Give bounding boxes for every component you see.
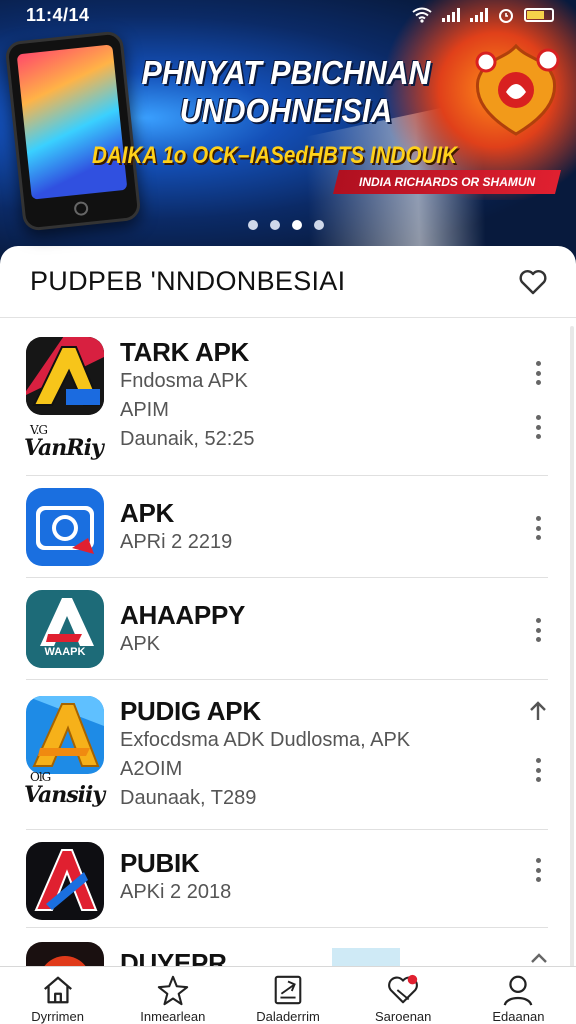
app-meta-line: APRi 2 2219	[120, 531, 233, 553]
app-name: AHAAPPY	[120, 600, 246, 630]
carousel-dot[interactable]	[248, 220, 258, 230]
alarm-icon	[499, 9, 513, 23]
app-meta-line: APIM	[120, 399, 169, 421]
nav-label: Dyrrimen	[31, 1009, 84, 1024]
brand-tag-text: Vansiiy	[24, 782, 105, 808]
brand-tag-small: OlG	[30, 770, 51, 784]
app-meta-line: Fndosma APK	[120, 370, 248, 392]
favorite-button[interactable]	[518, 267, 548, 297]
app-meta-line: Daunaik, 52:25	[120, 428, 255, 450]
app-name: PUBIK	[120, 848, 200, 878]
nav-label: Edaanan	[492, 1009, 545, 1024]
content-sheet: PUDPEB 'NNDONBESIAI TARK APK Fndosma APK…	[0, 246, 576, 1024]
app-meta-line: A2OIM	[120, 758, 183, 780]
carousel-dots[interactable]	[248, 220, 324, 230]
wifi-icon	[412, 7, 432, 23]
app-icon-label: WAAPK	[44, 646, 86, 658]
app-meta-line: APK	[120, 633, 161, 655]
nav-item-explore[interactable]: Inmearlean	[115, 967, 230, 1024]
favorite-icon	[388, 974, 419, 1004]
banner-title-line1: PHNYAT PBICHNAN	[141, 54, 431, 91]
app-icon	[26, 842, 104, 920]
app-icon	[26, 488, 104, 566]
app-name: TARK APK	[120, 337, 250, 367]
battery-icon	[524, 8, 554, 22]
nav-item-profile[interactable]: Edaanan	[461, 967, 576, 1024]
nav-item-home[interactable]: Dyrrimen	[0, 967, 115, 1024]
status-icons	[412, 7, 554, 23]
nav-item-downloads[interactable]: Daladerrim	[230, 967, 345, 1024]
list-item[interactable]: WAAPK AHAAPPY APK	[0, 578, 576, 680]
more-options-icon[interactable]	[530, 858, 546, 882]
more-options-icon[interactable]	[530, 415, 546, 439]
status-time: 11:4/14	[26, 4, 90, 25]
carousel-dot-active[interactable]	[292, 220, 302, 230]
nav-item-saved[interactable]: Saroenan	[346, 967, 461, 1024]
carousel-dot[interactable]	[270, 220, 280, 230]
section-header: PUDPEB 'NNDONBESIAI	[0, 246, 576, 318]
app-meta-line: APKi 2 2018	[120, 881, 232, 903]
app-meta-line: Exfocdsma ADK Dudlosma, APK	[120, 729, 411, 751]
list-item[interactable]: PUDIG APK Exfocdsma ADK Dudlosma, APK A2…	[0, 680, 576, 830]
carousel-dot[interactable]	[314, 220, 324, 230]
emblem-icon	[475, 43, 560, 136]
home-icon	[43, 976, 72, 1004]
status-bar: 11:4/14	[0, 0, 576, 30]
banner-title: PHNYAT PBICHNAN UNDOHNEISIA	[130, 54, 443, 130]
nav-label: Inmearlean	[140, 1009, 206, 1024]
app-list: TARK APK Fndosma APK APIM Daunaik, 52:25…	[0, 319, 576, 1020]
brand-tag-small: V.G	[30, 423, 48, 437]
banner-ribbon: INDIA RICHARDS OR SHAMUN	[333, 170, 561, 194]
signal-icon	[442, 8, 460, 22]
nav-label: Saroenan	[375, 1009, 432, 1024]
signal-icon	[470, 8, 488, 22]
star-icon	[157, 975, 189, 1006]
heart-icon	[519, 269, 547, 294]
bottom-navigation: Dyrrimen Inmearlean Daladerrim Saroenan …	[0, 966, 576, 1024]
app-meta-line: Daunaak, T289	[120, 787, 257, 809]
banner-title-line2: UNDOHNEISIA	[179, 92, 393, 129]
app-name: APK	[120, 498, 174, 528]
more-options-icon[interactable]	[530, 758, 546, 782]
nav-label: Daladerrim	[256, 1009, 320, 1024]
phone-illustration	[4, 30, 142, 232]
banner-ribbon-text: INDIA RICHARDS OR SHAMUN	[358, 175, 536, 189]
brand-tag: OlG Vansiiy	[24, 770, 105, 808]
app-icon: WAAPK	[26, 590, 104, 668]
download-icon	[274, 975, 302, 1005]
brand-tag-text: VanRiy	[24, 435, 104, 461]
list-item[interactable]: TARK APK Fndosma APK APIM Daunaik, 52:25…	[0, 319, 576, 476]
chevron-up-icon[interactable]	[530, 952, 548, 964]
app-icon	[26, 696, 104, 774]
list-item[interactable]: APK APRi 2 2219	[0, 476, 576, 578]
brand-tag: V.G VanRiy	[24, 423, 104, 461]
promo-banner[interactable]: PHNYAT PBICHNAN UNDOHNEISIA DAIKA 1o OCK…	[0, 0, 576, 262]
more-options-icon[interactable]	[530, 516, 546, 540]
profile-icon	[504, 975, 533, 1006]
app-name: PUDIG APK	[120, 696, 261, 726]
app-icon	[26, 337, 104, 415]
arrow-up-icon[interactable]	[528, 700, 548, 722]
list-item[interactable]: PUBIK APKi 2 2018	[0, 830, 576, 928]
banner-subtitle: DAIKA 1o OCK–IASedHBTS INDOUIK	[92, 142, 458, 169]
more-options-icon[interactable]	[530, 618, 546, 642]
section-title: PUDPEB 'NNDONBESIAI	[30, 266, 346, 296]
more-options-icon[interactable]	[530, 361, 546, 385]
